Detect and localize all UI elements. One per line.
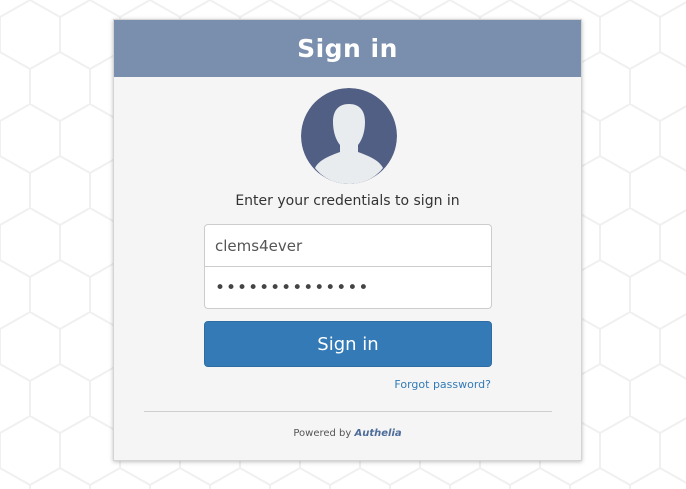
card-header: Sign in [114, 20, 581, 77]
signin-button[interactable]: Sign in [204, 321, 492, 367]
powered-by-text: Powered by [293, 428, 352, 439]
user-silhouette-icon [301, 88, 397, 184]
password-input[interactable]: •••••••••••••• [204, 266, 492, 309]
signin-instructions: Enter your credentials to sign in [235, 193, 460, 209]
forgot-password-link[interactable]: Forgot password? [394, 378, 491, 391]
login-card: Sign in Enter your credentials to sign i… [113, 19, 582, 461]
page-title: Sign in [297, 34, 398, 63]
credentials-input-group: clems4ever •••••••••••••• [204, 224, 492, 309]
powered-by-footer: Powered by Authelia [114, 428, 581, 439]
authelia-brand-link[interactable]: Authelia [355, 428, 402, 439]
username-input[interactable]: clems4ever [204, 224, 492, 267]
divider [144, 411, 552, 412]
